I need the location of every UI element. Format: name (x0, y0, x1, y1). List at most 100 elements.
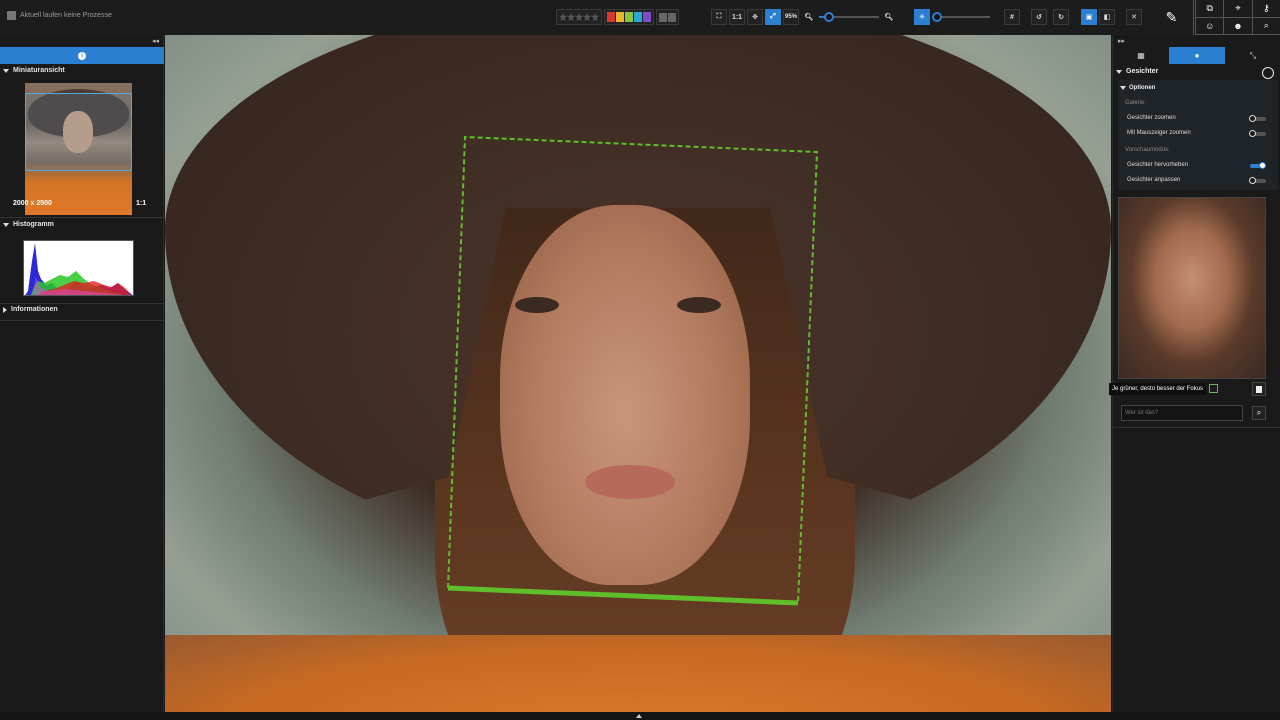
focus-tooltip: Je grüner, desto besser der Fokus (1109, 383, 1207, 395)
single-view-button[interactable]: ▣ (1081, 9, 1097, 25)
edit-list-button[interactable]: ✎ (1150, 0, 1194, 35)
gallery-label: Galerie: (1125, 100, 1147, 106)
collapse-right-button[interactable]: ▸▸ (1118, 37, 1125, 45)
color-label-blue[interactable] (634, 12, 642, 22)
color-label-green[interactable] (625, 12, 633, 22)
star-icon[interactable] (559, 12, 567, 22)
info-icon: i (78, 51, 86, 60)
process-status-text: Aktuell laufen keine Prozesse (20, 12, 112, 19)
copy-icon: ⧉ (1206, 2, 1213, 13)
process-status: Aktuell laufen keine Prozesse (7, 11, 112, 20)
grid-icon: # (1010, 13, 1014, 21)
expand-icon (3, 222, 9, 227)
rotate-left-icon: ↺ (1036, 14, 1042, 21)
tab-grid[interactable]: ▦ (1113, 47, 1169, 64)
right-panel: ▸▸ ▦ ● ⤡ Gesichter Optionen Galerie: Ges… (1109, 35, 1280, 712)
expand-icon (1116, 69, 1122, 74)
key-button[interactable]: ⚷ (1251, 0, 1280, 18)
sun-icon: ✳ (919, 14, 925, 21)
zoom-out-button[interactable]: 🔍︎ (801, 9, 817, 25)
zoom-in-button[interactable]: 🔍︎ (881, 9, 897, 25)
info-section-header[interactable]: Informationen (0, 306, 164, 313)
compare-view-icon: ◧ (1103, 14, 1111, 21)
zoom-in-icon: 🔍︎ (884, 14, 894, 21)
compare-view-button[interactable]: ◧ (1099, 9, 1115, 25)
collapse-icon (3, 306, 7, 313)
preview-mode-label: Vorschaumodus: (1125, 147, 1170, 153)
options-header[interactable]: Optionen (1120, 85, 1155, 91)
one-to-one-button[interactable]: 1:1 (729, 9, 745, 25)
person-icon: ● (1194, 51, 1200, 60)
face-detection-box[interactable] (165, 35, 1111, 712)
info-tab[interactable]: i (0, 47, 164, 64)
star-icon[interactable] (567, 12, 575, 22)
brightness-button[interactable]: ✳ (914, 9, 930, 25)
zoom-faces-toggle[interactable] (1249, 115, 1266, 122)
search-button[interactable]: ⌕ (1251, 17, 1280, 35)
highlight-faces-toggle[interactable] (1250, 162, 1266, 169)
face-scan-icon[interactable] (1262, 67, 1274, 79)
expand-filmstrip-icon[interactable] (636, 714, 642, 718)
fill-button[interactable]: ⤢ (765, 9, 781, 25)
face-icon: ☺ (1205, 20, 1215, 31)
people-button[interactable]: ☻ (1223, 17, 1252, 35)
brightness-slider[interactable] (932, 9, 990, 25)
zoom-mouse-toggle[interactable] (1249, 130, 1266, 137)
histogram-title: Histogramm (13, 221, 54, 228)
highlight-faces-label: Gesichter hervorheben (1127, 162, 1189, 168)
fullscreen-icon: ⛶ (716, 13, 722, 20)
color-label-purple[interactable] (643, 12, 651, 22)
image-canvas[interactable] (165, 35, 1111, 712)
close-icon: ✕ (1131, 14, 1137, 21)
people-icon: ☻ (1233, 20, 1243, 31)
map-button[interactable]: ⌖ (1223, 0, 1252, 18)
faces-section-header[interactable]: Gesichter (1116, 68, 1158, 75)
grid-view-icon: ▦ (1137, 51, 1145, 60)
histogram-section-header[interactable]: Histogramm (0, 221, 164, 228)
rating-stars[interactable] (556, 9, 602, 25)
zoom-slider[interactable] (819, 9, 879, 25)
face-search-button[interactable]: ⌕ (1252, 406, 1266, 420)
search-icon: ⌕ (1256, 408, 1262, 417)
fullscreen-button[interactable]: ⛶ (711, 9, 727, 25)
star-icon[interactable] (583, 12, 591, 22)
process-icon (7, 11, 16, 20)
fit-button[interactable]: ✥ (747, 9, 763, 25)
pick-flag-icon[interactable] (668, 12, 676, 22)
who-is-this-input[interactable]: Wer ist das? (1121, 405, 1243, 421)
thumbnail-section-header[interactable]: Miniaturansicht (0, 67, 164, 74)
left-panel: ◂◂ i Miniaturansicht 2000 x 2500 1:1 His… (0, 35, 164, 712)
close-button[interactable]: ✕ (1126, 9, 1142, 25)
fit-faces-toggle[interactable] (1249, 177, 1266, 184)
expand-arrows-icon: ⤡ (1249, 50, 1257, 60)
tab-expand[interactable]: ⤡ (1225, 47, 1280, 64)
color-labels (604, 9, 654, 25)
location-pin-icon: ⌖ (1235, 2, 1241, 13)
fill-icon: ⤢ (770, 13, 776, 20)
thumbnail-viewport[interactable] (25, 93, 132, 171)
copy-button[interactable]: ⧉ (1195, 0, 1224, 18)
focus-icon[interactable] (1209, 384, 1218, 393)
single-view-icon: ▣ (1085, 14, 1093, 21)
rotate-right-button[interactable]: ↻ (1053, 9, 1069, 25)
color-label-red[interactable] (607, 12, 615, 22)
reject-flag-icon[interactable] (659, 12, 667, 22)
options-box: Optionen Galerie: Gesichter zoomen Mit M… (1118, 80, 1278, 190)
image-dimensions: 2000 x 2500 (13, 200, 52, 207)
flag-buttons (656, 9, 679, 25)
thumbnail-image[interactable] (25, 83, 132, 215)
rotate-left-button[interactable]: ↺ (1031, 9, 1047, 25)
delete-face-button[interactable] (1252, 382, 1266, 396)
zoom-percent: 95% (783, 9, 799, 25)
face-preview[interactable] (1118, 197, 1266, 379)
rotate-right-icon: ↻ (1058, 14, 1064, 21)
expand-icon (3, 68, 9, 73)
color-label-yellow[interactable] (616, 12, 624, 22)
grid-button[interactable]: # (1004, 9, 1020, 25)
options-title: Optionen (1129, 85, 1156, 91)
face-button[interactable]: ☺ (1195, 17, 1224, 35)
tab-faces[interactable]: ● (1169, 47, 1225, 64)
star-icon[interactable] (591, 12, 599, 22)
star-icon[interactable] (575, 12, 583, 22)
collapse-left-button[interactable]: ◂◂ (152, 37, 159, 45)
